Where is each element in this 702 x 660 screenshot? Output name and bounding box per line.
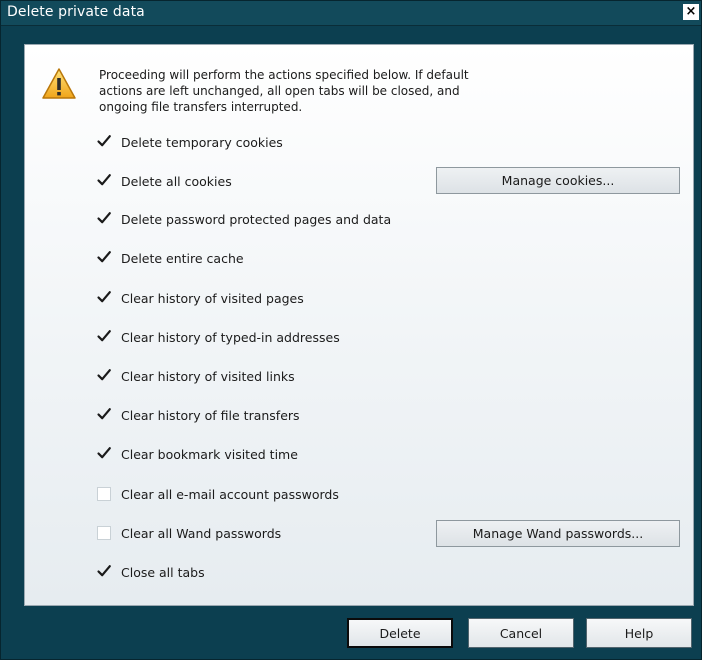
option-row[interactable]: Delete entire cache [97,248,244,268]
help-button[interactable]: Help [586,618,692,648]
checkmark-icon [97,369,111,381]
checkbox[interactable] [97,447,111,461]
option-label: Delete entire cache [121,250,244,266]
checkbox[interactable] [97,135,111,149]
option-label: Delete temporary cookies [121,134,283,150]
option-row[interactable]: Clear all e-mail account passwords [97,484,339,504]
checkmark-icon [97,565,111,577]
option-label: Close all tabs [121,564,205,580]
option-row[interactable]: Clear history of file transfers [97,405,300,425]
checkbox[interactable] [97,565,111,579]
option-row[interactable]: Delete password protected pages and data [97,209,391,229]
option-row[interactable]: Clear all Wand passwords [97,523,281,543]
checkbox[interactable] [97,369,111,383]
option-label: Clear history of visited pages [121,290,304,306]
option-label: Clear all Wand passwords [121,525,282,541]
checkmark-icon [97,330,111,342]
checkbox[interactable] [97,526,111,540]
option-label: Clear bookmark visited time [121,446,298,462]
option-row[interactable]: Clear bookmark visited time [97,444,298,464]
cancel-button[interactable]: Cancel [468,618,574,648]
delete-button[interactable]: Delete [347,618,453,648]
option-label: Delete password protected pages and data [121,211,392,227]
checkmark-icon [97,212,111,224]
option-row[interactable]: Close all tabs [97,562,205,582]
option-row[interactable]: Clear history of visited pages [97,288,304,308]
manage-cookies-button[interactable]: Manage cookies... [436,167,680,194]
checkbox[interactable] [97,408,111,422]
warning-icon [42,68,76,99]
checkmark-icon [97,408,111,420]
title-bar[interactable]: Delete private data × [1,1,701,26]
checkmark-icon [97,251,111,263]
intro-text: Proceeding will perform the actions spec… [99,68,469,114]
option-label: Clear history of typed-in addresses [121,329,340,345]
option-row[interactable]: Delete temporary cookies [97,132,283,152]
checkbox[interactable] [97,487,111,501]
option-label: Clear history of file transfers [121,407,300,423]
option-label: Delete all cookies [121,173,232,189]
checkbox[interactable] [97,291,111,305]
checkmark-icon [97,135,111,147]
checkbox[interactable] [97,212,111,226]
option-label: Clear all e-mail account passwords [121,486,339,502]
window-title: Delete private data [7,4,145,20]
option-row[interactable]: Clear history of visited links [97,366,295,386]
checkmark-icon [97,447,111,459]
checkbox[interactable] [97,330,111,344]
checkmark-icon [97,291,111,303]
checkbox[interactable] [97,251,111,265]
delete-private-data-dialog: Delete private data × Proceeding will pe… [0,0,702,660]
options-panel: Proceeding will perform the actions spec… [24,44,694,606]
option-label: Clear history of visited links [121,368,295,384]
manage-wand-passwords-button[interactable]: Manage Wand passwords... [436,520,680,547]
option-row[interactable]: Clear history of typed-in addresses [97,327,340,347]
checkbox[interactable] [97,174,111,188]
close-icon[interactable]: × [683,4,699,20]
option-row[interactable]: Delete all cookies [97,171,232,191]
checkmark-icon [97,174,111,186]
